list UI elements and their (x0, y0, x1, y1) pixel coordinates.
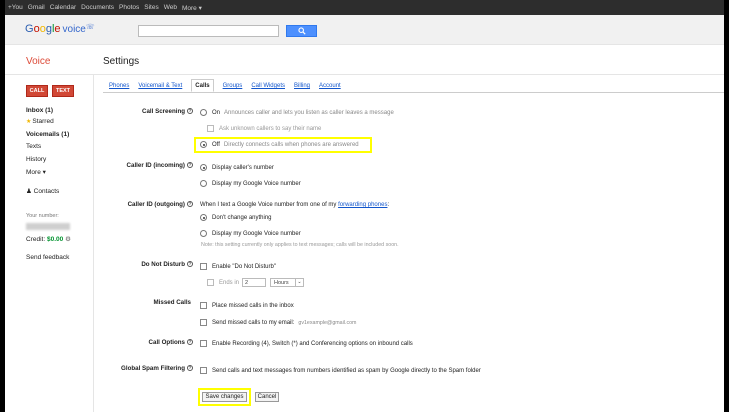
caller-id-incoming-opt1[interactable]: Display caller's number (200, 164, 274, 171)
ask-unknown-callers-option[interactable]: Ask unknown callers to say their name (207, 125, 321, 132)
call-options-label: Call Options? (148, 339, 193, 346)
call-options-checkbox[interactable] (200, 340, 207, 347)
topbar-more-menu[interactable]: More ▾ (182, 4, 202, 12)
text-button[interactable]: TEXT (52, 85, 74, 97)
help-icon[interactable]: ? (187, 201, 193, 208)
missed-calls-inbox-option[interactable]: Place missed calls in the inbox (200, 302, 294, 309)
tab-voicemail-text[interactable]: Voicemail & Text (138, 80, 182, 92)
missed-calls-email-address: gv1example@gmail.com (298, 319, 357, 326)
caller-id-incoming-opt2[interactable]: Display my Google Voice number (200, 180, 301, 187)
call-screening-off-radio[interactable] (200, 141, 207, 148)
caller-id-outgoing-note: Note: this setting currently only applie… (201, 242, 399, 248)
missed-calls-inbox-checkbox[interactable] (200, 302, 207, 309)
caller-id-outgoing-opt1[interactable]: Don't change anything (200, 214, 272, 221)
ends-in-unit-select[interactable]: Hours ⌄ (270, 278, 305, 287)
credit-display: Credit: $0.00 ⚙ (26, 236, 71, 243)
google-voice-logo[interactable]: Google voice☏ (25, 23, 95, 35)
missed-calls-label: Missed Calls (153, 299, 192, 306)
topbar-web-link[interactable]: Web (164, 4, 177, 11)
sidebar-item-contacts[interactable]: ♟ Contacts (26, 187, 59, 195)
help-icon[interactable]: ? (187, 365, 193, 372)
app-window: +You Gmail Calendar Documents Photos Sit… (5, 0, 724, 412)
caller-id-outgoing-radio-2[interactable] (200, 230, 207, 237)
help-icon[interactable]: ? (187, 108, 193, 115)
page-title: Settings (103, 56, 140, 67)
search-icon (297, 27, 306, 35)
caller-id-incoming-radio-1[interactable] (200, 164, 207, 171)
phone-icon: ☏ (85, 24, 95, 31)
tab-account[interactable]: Account (319, 80, 341, 92)
do-not-disturb-option[interactable]: Enable "Do Not Disturb" (200, 263, 276, 270)
missed-calls-email-checkbox[interactable] (200, 319, 207, 326)
call-screening-label: Call Screening? (142, 108, 193, 115)
sidebar-item-voicemails[interactable]: Voicemails (1) (26, 131, 69, 138)
sidebar-item-texts[interactable]: Texts (26, 143, 41, 150)
tab-groups[interactable]: Groups (223, 80, 243, 92)
ends-in-value-input[interactable]: 2 (242, 278, 267, 287)
caller-id-outgoing-intro: When I text a Google Voice number from o… (200, 202, 390, 208)
call-options-option[interactable]: Enable Recording (4), Switch (*) and Con… (200, 340, 413, 347)
caller-id-incoming-radio-2[interactable] (200, 180, 207, 187)
section-title: Voice (26, 56, 51, 67)
topbar-calendar-link[interactable]: Calendar (50, 4, 76, 11)
star-icon: ★ (26, 119, 32, 125)
topbar-gmail-link[interactable]: Gmail (28, 4, 45, 11)
missed-calls-email-option[interactable]: Send missed calls to my email: gv1example… (200, 319, 356, 326)
global-spam-checkbox[interactable] (200, 367, 207, 374)
ends-in-row: Ends in 2 Hours ⌄ (207, 278, 305, 287)
do-not-disturb-label: Do Not Disturb? (141, 261, 193, 268)
topbar-photos-link[interactable]: Photos (119, 4, 139, 11)
google-top-bar: +You Gmail Calendar Documents Photos Sit… (5, 0, 724, 15)
call-screening-off-option[interactable]: Off Directly connects calls when phones a… (200, 141, 359, 148)
header: Google voice☏ (5, 15, 724, 45)
call-button[interactable]: CALL (26, 85, 48, 97)
topbar-sites-link[interactable]: Sites (144, 4, 158, 11)
tab-phones[interactable]: Phones (109, 80, 129, 92)
global-spam-option[interactable]: Send calls and text messages from number… (200, 367, 481, 374)
caller-id-outgoing-radio-1[interactable] (200, 214, 207, 221)
person-icon: ♟ (26, 188, 32, 195)
sidebar-item-inbox[interactable]: Inbox (1) (26, 107, 53, 114)
topbar-you-link[interactable]: +You (8, 4, 23, 11)
ends-in-checkbox[interactable] (207, 279, 214, 286)
caller-id-outgoing-label: Caller ID (outgoing)? (127, 201, 193, 208)
tab-underline (103, 92, 724, 93)
sidebar-item-starred[interactable]: ★Starred (26, 118, 54, 125)
help-icon[interactable]: ? (187, 339, 193, 346)
chevron-down-icon: ⌄ (295, 278, 303, 287)
sidebar-divider (93, 75, 94, 412)
help-icon[interactable]: ? (187, 162, 193, 169)
call-screening-on-option[interactable]: On Announces caller and lets you listen a… (200, 109, 394, 116)
forwarding-phones-link[interactable]: forwarding phones (338, 202, 387, 208)
caller-id-outgoing-opt2[interactable]: Display my Google Voice number (200, 230, 301, 237)
save-changes-button[interactable]: Save changes (202, 392, 247, 402)
search-input[interactable] (138, 25, 279, 37)
tab-call-widgets[interactable]: Call Widgets (251, 80, 285, 92)
search-button[interactable] (286, 25, 317, 37)
help-icon[interactable]: ? (187, 261, 193, 268)
add-credit-icon[interactable]: ⚙ (65, 236, 71, 243)
caller-id-incoming-label: Caller ID (incoming)? (126, 162, 193, 169)
tab-billing[interactable]: Billing (294, 80, 310, 92)
cancel-button[interactable]: Cancel (255, 392, 279, 402)
send-feedback-link[interactable]: Send feedback (26, 254, 69, 261)
ask-unknown-checkbox[interactable] (207, 125, 214, 132)
topbar-documents-link[interactable]: Documents (81, 4, 114, 11)
tab-calls[interactable]: Calls (191, 79, 214, 92)
call-screening-on-radio[interactable] (200, 109, 207, 116)
global-spam-label: Global Spam Filtering? (121, 365, 193, 372)
your-number-label: Your number: (26, 213, 59, 219)
sidebar-item-history[interactable]: History (26, 156, 46, 163)
divider (5, 74, 724, 75)
do-not-disturb-checkbox[interactable] (200, 263, 207, 270)
redacted-number (26, 223, 70, 230)
sidebar-item-more[interactable]: More ▾ (26, 168, 46, 176)
settings-tabs: Phones Voicemail & Text Calls Groups Cal… (109, 79, 350, 92)
